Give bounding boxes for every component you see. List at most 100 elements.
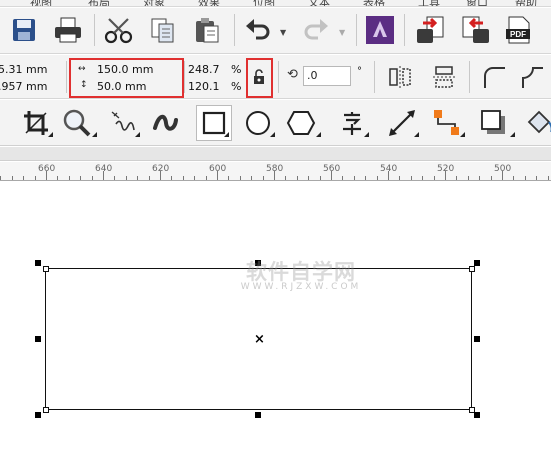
import-button[interactable] [415,14,447,46]
menu-help[interactable]: 帮助 [515,0,537,6]
selection-handle-right[interactable] [474,336,480,342]
menu-window[interactable]: 窗口 [466,0,488,6]
redo-dropdown[interactable]: ▼ [339,28,345,37]
selection-handle-bottom-right[interactable] [474,412,480,418]
selection-handle-bottom[interactable] [255,412,261,418]
drop-shadow-tool[interactable] [478,107,510,139]
dimension-tool-flyout[interactable] [414,132,419,137]
connector-tool-flyout[interactable] [460,132,465,137]
connector-tool[interactable] [431,107,463,139]
ruler-minor-tick [388,176,389,180]
scallop-corner-button[interactable] [516,61,548,93]
redo-button[interactable] [300,14,332,46]
mirror-horizontal-button[interactable] [384,61,416,93]
fill-tool[interactable] [524,107,551,139]
ruler-minor-tick [525,176,526,180]
export-icon [462,16,489,43]
corner-node[interactable] [469,266,475,272]
drawing-canvas[interactable]: × 软件自学网 WWW.RJZXW.COM [0,182,551,463]
crop-tool-flyout[interactable] [48,132,53,137]
menu-object[interactable]: 对象 [143,0,165,6]
ellipse-tool-flyout[interactable] [270,132,275,137]
menu-table[interactable]: 表格 [363,0,385,6]
crop-icon [24,111,48,135]
hexagon-icon [286,111,316,135]
menu-layout[interactable]: 布局 [88,0,110,6]
percent-x-label: % [231,63,242,76]
menu-view[interactable]: 视图 [30,0,52,6]
toolbox [0,100,551,146]
polygon-tool-flyout[interactable] [316,132,321,137]
toolbar-separator [94,14,95,46]
menu-bar: 视图 布局 对象 效果 位图 文本 表格 工具 窗口 帮助 [0,0,551,7]
ruler-minor-tick [194,176,195,180]
polygon-tool[interactable] [285,107,317,139]
ruler-minor-tick [137,176,138,180]
propbar-separator [184,61,185,93]
ruler-minor-tick [160,176,161,180]
scale-y-field[interactable]: 120.1 [188,80,220,93]
publish-pdf-button[interactable]: PDF [503,14,535,46]
round-corner-icon [484,67,505,88]
selection-handle-left[interactable] [35,336,41,342]
printer-icon [55,17,81,43]
menu-effects[interactable]: 效果 [198,0,220,6]
cut-button[interactable] [103,14,135,46]
print-button[interactable] [52,14,84,46]
mirror-vertical-button[interactable] [428,61,460,93]
ruler-minor-tick [57,176,58,180]
paste-button[interactable] [191,14,223,46]
ruler-minor-tick [434,176,435,180]
ruler-minor-tick [411,176,412,180]
zoom-tool-flyout[interactable] [92,132,97,137]
ruler-label: 540 [380,164,398,174]
ruler-label: 600 [209,164,227,174]
scallop-corner-icon [522,67,543,88]
ruler-minor-tick [0,176,1,180]
corner-node[interactable] [43,407,49,413]
ruler-minor-tick [536,176,537,180]
text-tool-flyout[interactable] [364,132,369,137]
selection-handle-bottom-left[interactable] [35,412,41,418]
dimension-icon [389,110,415,136]
ruler-minor-tick [263,176,264,180]
ruler-minor-tick [399,176,400,180]
undo-dropdown[interactable]: ▼ [280,28,286,37]
ruler-minor-tick [479,176,480,180]
selection-handle-top-right[interactable] [474,260,480,266]
pdf-icon: PDF [506,16,530,44]
search-content-button[interactable] [364,14,396,46]
zoom-tool[interactable] [61,107,93,139]
round-corner-button[interactable] [478,61,510,93]
ruler-minor-tick [240,176,241,180]
menu-bitmaps[interactable]: 位图 [253,0,275,6]
artistic-media-tool[interactable] [150,107,182,139]
drop-shadow-tool-flyout[interactable] [510,132,515,137]
export-button[interactable] [459,14,491,46]
x-position-field[interactable]: 5.31 mm [0,63,47,76]
horizontal-ruler[interactable]: 660 640 620 600 580 560 540 520 500 [0,162,551,181]
y-position-field[interactable]: .957 mm [0,80,47,93]
paint-bucket-icon [527,110,551,134]
ruler-minor-tick [12,176,13,180]
document-tab-bar [0,147,551,161]
undo-button[interactable] [242,14,274,46]
percent-y-label: % [231,80,242,93]
scale-x-field[interactable]: 248.7 [188,63,220,76]
menu-tools[interactable]: 工具 [418,0,440,6]
selection-handle-top-left[interactable] [35,260,41,266]
rotation-input[interactable]: .0 [303,66,351,86]
corner-node[interactable] [43,266,49,272]
drop-shadow-icon [481,110,505,134]
degree-label: ° [357,66,362,77]
copy-button[interactable] [147,14,179,46]
freehand-tool-flyout[interactable] [135,132,140,137]
menu-text[interactable]: 文本 [308,0,330,6]
ruler-minor-tick [491,176,492,180]
mirror-vertical-icon [433,66,455,88]
artistic-brush-icon [153,114,178,131]
size-highlight-box [69,58,184,98]
svg-text:PDF: PDF [510,30,526,39]
save-button[interactable] [8,14,40,46]
rectangle-tool-flyout[interactable] [224,132,229,137]
